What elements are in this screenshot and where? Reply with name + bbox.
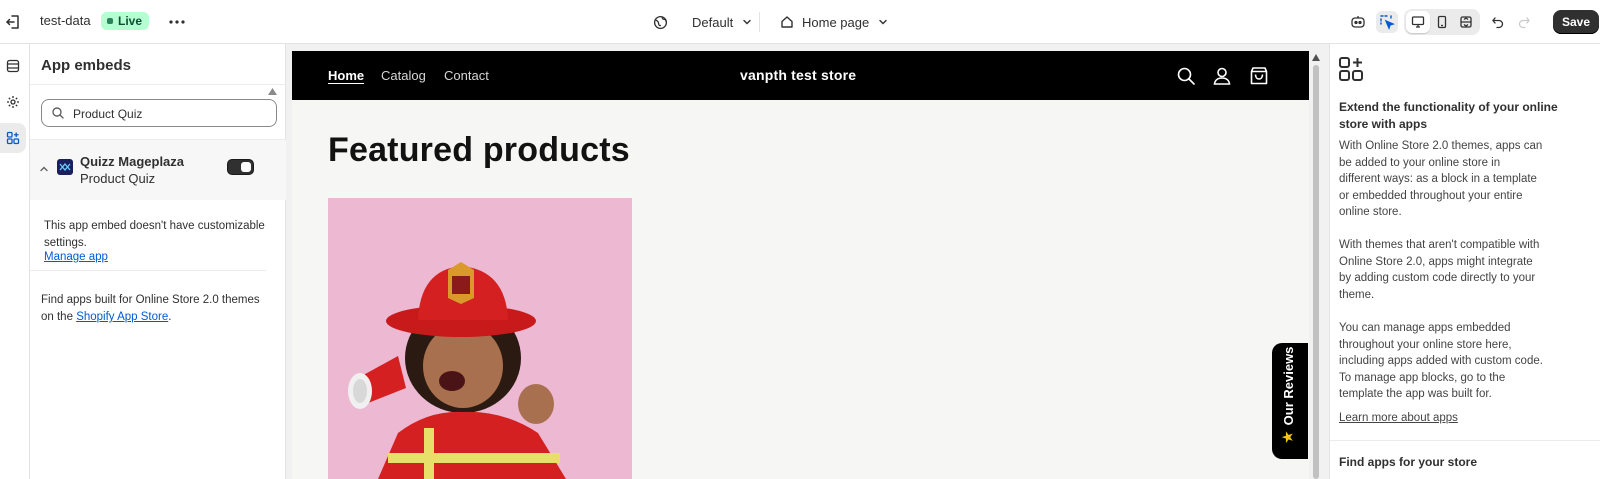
chevron-down-icon bbox=[741, 16, 753, 28]
app-embed-toggle[interactable] bbox=[227, 159, 254, 175]
more-actions-icon[interactable] bbox=[166, 12, 188, 32]
info-paragraph-3: You can manage apps embedded throughout … bbox=[1339, 322, 1543, 400]
apps-info-panel: Extend the functionality of your online … bbox=[1329, 44, 1600, 479]
scroll-up-arrow-icon[interactable] bbox=[1312, 54, 1320, 61]
editor-icon-rail bbox=[0, 44, 30, 479]
settings-gear-icon[interactable] bbox=[0, 87, 26, 117]
ai-assistant-icon[interactable] bbox=[1347, 11, 1369, 33]
app-embed-subtitle: Product Quiz bbox=[80, 171, 156, 186]
cart-icon[interactable] bbox=[1248, 65, 1270, 87]
app-embed-item[interactable]: Quizz Mageplaza Product Quiz bbox=[30, 140, 286, 200]
nav-home[interactable]: Home bbox=[328, 68, 364, 83]
theme-selector[interactable]: Default bbox=[653, 12, 753, 32]
app-embeds-icon[interactable] bbox=[0, 123, 26, 153]
app-store-link[interactable]: Shopify App Store bbox=[76, 311, 168, 323]
page-selector-label: Home page bbox=[802, 14, 870, 30]
product-image[interactable] bbox=[328, 198, 632, 479]
panel-title: App embeds bbox=[41, 57, 132, 74]
nav-contact[interactable]: Contact bbox=[444, 68, 489, 83]
find-apps-text: Find apps built for Online Store 2.0 the… bbox=[41, 292, 273, 326]
mobile-view-icon[interactable] bbox=[1430, 11, 1454, 33]
find-apps-heading: Find apps for your store bbox=[1339, 455, 1478, 469]
chevron-down-icon bbox=[877, 16, 889, 28]
editor-topbar: test-data Live Default Home page Save bbox=[0, 0, 1600, 44]
panel-scroll-up-icon[interactable] bbox=[268, 88, 277, 96]
info-divider bbox=[1330, 440, 1600, 441]
preview-scrollbar[interactable] bbox=[1311, 51, 1321, 479]
home-icon bbox=[780, 15, 794, 29]
reviews-tab[interactable]: ★ Our Reviews bbox=[1272, 343, 1308, 459]
redo-icon[interactable] bbox=[1513, 11, 1535, 33]
app-embeds-panel: App embeds Quizz Mageplaza Product Quiz … bbox=[30, 44, 286, 479]
panel-divider bbox=[30, 270, 266, 271]
toggle-knob bbox=[241, 162, 251, 172]
theme-selector-label: Default bbox=[692, 14, 734, 30]
viewport-switcher bbox=[1404, 9, 1480, 35]
scrollbar-thumb[interactable] bbox=[1313, 65, 1319, 479]
search-icon[interactable] bbox=[1175, 65, 1197, 87]
reviews-tab-label-wrap: ★ Our Reviews bbox=[1280, 347, 1296, 443]
apps-icon bbox=[1338, 56, 1364, 82]
info-heading: Extend the functionality of your online … bbox=[1339, 100, 1558, 131]
info-paragraph-1: With Online Store 2.0 themes, apps can b… bbox=[1339, 140, 1543, 218]
desktop-view-icon[interactable] bbox=[1406, 11, 1430, 33]
featured-products-heading: Featured products bbox=[328, 131, 630, 169]
quiz-app-logo-icon bbox=[57, 159, 73, 175]
account-icon[interactable] bbox=[1211, 65, 1233, 87]
chevron-up-icon[interactable] bbox=[39, 164, 49, 174]
undo-icon[interactable] bbox=[1487, 11, 1509, 33]
app-embed-name: Quizz Mageplaza bbox=[80, 154, 185, 169]
learn-more-link[interactable]: Learn more about apps bbox=[1339, 410, 1544, 427]
save-button[interactable]: Save bbox=[1553, 10, 1599, 34]
search-field[interactable] bbox=[41, 99, 277, 127]
store-preview: Home Catalog Contact vanpth test store F… bbox=[292, 51, 1309, 479]
app-embed-description: This app embed doesn't have customizable… bbox=[44, 220, 265, 249]
store-title: test-data bbox=[40, 13, 91, 28]
status-dot bbox=[107, 18, 113, 24]
star-icon: ★ bbox=[1280, 431, 1295, 443]
globe-icon bbox=[653, 15, 668, 30]
sections-icon[interactable] bbox=[0, 51, 26, 81]
exit-icon[interactable] bbox=[3, 12, 23, 32]
search-input[interactable] bbox=[73, 105, 269, 123]
info-paragraph-2: With themes that aren't compatible with … bbox=[1339, 239, 1540, 301]
reviews-tab-label: Our Reviews bbox=[1280, 346, 1296, 426]
page-selector[interactable]: Home page bbox=[780, 12, 889, 32]
status-badge: Live bbox=[101, 12, 150, 30]
search-icon bbox=[51, 106, 65, 120]
store-name[interactable]: vanpth test store bbox=[740, 67, 856, 83]
find-apps-end: . bbox=[168, 311, 172, 323]
fullscreen-view-icon[interactable] bbox=[1454, 11, 1478, 33]
store-header: Home Catalog Contact vanpth test store bbox=[292, 51, 1309, 100]
status-badge-label: Live bbox=[118, 14, 143, 28]
manage-app-link[interactable]: Manage app bbox=[44, 251, 108, 263]
inspector-icon[interactable] bbox=[1376, 11, 1398, 33]
panel-divider bbox=[30, 84, 286, 85]
nav-catalog[interactable]: Catalog bbox=[381, 68, 426, 83]
topbar-divider bbox=[759, 12, 760, 32]
